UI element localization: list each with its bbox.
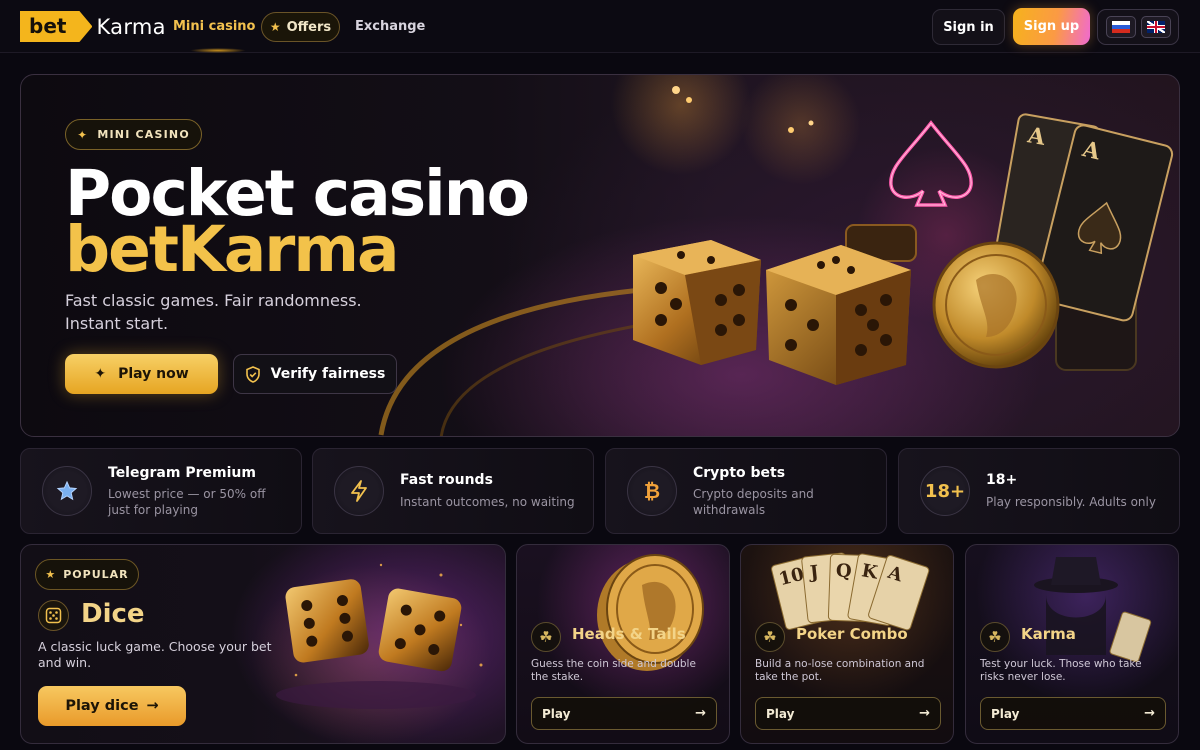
nav-offers-label: Offers [286, 19, 332, 35]
arrow-right-icon: → [1144, 706, 1155, 721]
feature-crypto-bets: ₿ Crypto bets Crypto deposits and withdr… [605, 448, 887, 534]
betkarma-logo[interactable]: bet Karma [20, 11, 166, 42]
game-description: Test your luck. Those who take risks nev… [980, 658, 1142, 683]
dice-icon [38, 600, 69, 631]
play-karma-button[interactable]: Play → [980, 697, 1166, 730]
feature-title: 18+ [986, 472, 1018, 488]
hero-title-line2: betKarma [65, 213, 399, 286]
play-poker-combo-button[interactable]: Play → [755, 697, 941, 730]
bitcoin-icon: ₿ [627, 466, 677, 516]
dice-title: Dice [81, 599, 145, 629]
feature-adults-only: 18+ 18+ Play responsibly. Adults only [898, 448, 1180, 534]
clover-icon: ☘ [531, 622, 561, 652]
game-title: Karma [1021, 625, 1076, 643]
play-heads-tails-button[interactable]: Play → [531, 697, 717, 730]
logo-karma-text: Karma [96, 14, 166, 39]
eighteen-plus-icon: 18+ [920, 466, 970, 516]
verify-fairness-button[interactable]: Verify fairness [233, 354, 397, 394]
game-description: Build a no-lose combination and take the… [755, 658, 925, 683]
play-label: Play [542, 706, 571, 721]
ru-flag-icon[interactable] [1105, 16, 1136, 38]
nav-exchange[interactable]: Exchange [355, 19, 425, 34]
play-dice-label: Play dice [65, 698, 139, 714]
svg-text:Q: Q [836, 560, 852, 582]
play-now-button[interactable]: ✦ Play now [65, 354, 218, 394]
feature-title: Crypto bets [693, 465, 786, 481]
star-icon: ★ [269, 20, 281, 34]
language-switcher [1097, 9, 1179, 45]
play-dice-button[interactable]: Play dice → [38, 686, 186, 726]
hero-subtitle: Fast classic games. Fair randomness. Ins… [65, 291, 362, 333]
feature-fast-rounds: Fast rounds Instant outcomes, no waiting [312, 448, 594, 534]
dice-game-card[interactable]: ★ POPULAR Dice A classic luck game. Choo… [20, 544, 506, 744]
nav-mini-casino[interactable]: Mini casino [173, 19, 256, 34]
feature-telegram-premium: Telegram Premium Lowest price — or 50% o… [20, 448, 302, 534]
lightning-icon [334, 466, 384, 516]
star-icon [42, 466, 92, 516]
clover-icon: ☘ [755, 622, 785, 652]
verify-fairness-label: Verify fairness [270, 366, 386, 382]
star-icon: ★ [45, 568, 57, 581]
play-label: Play [991, 706, 1020, 721]
arrow-right-icon: → [695, 706, 706, 721]
sparkle-icon: ✦ [94, 366, 107, 382]
sign-up-button[interactable]: Sign up [1013, 8, 1090, 45]
heads-tails-card[interactable]: ☘ Heads & Tails Guess the coin side and … [516, 544, 730, 744]
feature-title: Telegram Premium [108, 465, 256, 481]
dice-description: A classic luck game. Choose your bet and… [38, 639, 272, 670]
mini-casino-badge: ✦ MINI CASINO [65, 119, 202, 150]
arrow-right-icon: → [919, 706, 930, 721]
sign-in-button[interactable]: Sign in [932, 9, 1005, 45]
game-description: Guess the coin side and double the stake… [531, 658, 696, 683]
clover-icon: ☘ [980, 622, 1010, 652]
play-label: Play [766, 706, 795, 721]
nav-offers[interactable]: ★ Offers [261, 12, 340, 42]
feature-desc: Instant outcomes, no waiting [400, 495, 575, 509]
karma-card[interactable]: ☘ Karma Test your luck. Those who take r… [965, 544, 1179, 744]
feature-desc: Crypto deposits and withdrawals [693, 487, 814, 517]
mini-casino-badge-label: MINI CASINO [97, 128, 190, 141]
nav-active-indicator [190, 48, 246, 53]
poker-combo-card[interactable]: 10 J Q K A ☘ Poker Combo Build a no-lose… [740, 544, 954, 744]
feature-desc: Play responsibly. Adults only [986, 495, 1156, 509]
play-now-label: Play now [118, 366, 189, 382]
arrow-right-icon: → [146, 698, 159, 714]
game-title: Poker Combo [796, 625, 908, 643]
hero-banner: A A ✦ MINI CASINO Pocket casino betKarma… [20, 74, 1180, 437]
feature-desc: Lowest price — or 50% off just for playi… [108, 487, 266, 517]
eighteen-plus-icon-text: 18+ [924, 480, 966, 502]
popular-badge-label: POPULAR [63, 568, 129, 581]
popular-badge: ★ POPULAR [35, 559, 139, 590]
top-header: bet Karma Mini casino ★ Offers Exchange … [0, 0, 1200, 53]
uk-flag-icon[interactable] [1140, 16, 1171, 38]
game-title: Heads & Tails [572, 625, 686, 643]
sparkle-icon: ✦ [77, 127, 89, 142]
shield-icon [245, 365, 260, 383]
logo-bet-text: bet [20, 11, 93, 42]
feature-title: Fast rounds [400, 472, 493, 488]
